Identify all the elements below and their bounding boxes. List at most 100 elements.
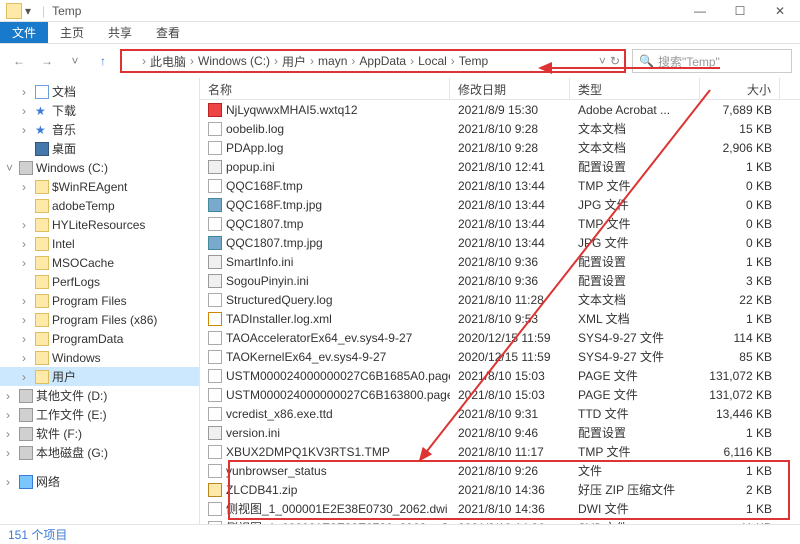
file-size: 13,446 KB [700, 407, 780, 421]
expander-icon[interactable]: › [22, 332, 32, 346]
close-button[interactable]: ✕ [760, 0, 800, 22]
table-row[interactable]: 侧视图_1_000001E2E38E0730_2062.dwi2021/8/10… [200, 499, 800, 518]
folder-tree[interactable]: ›文档›★下载›★音乐桌面˅Windows (C:)›$WinREAgentad… [0, 78, 200, 524]
file-list[interactable]: 名称 修改日期 类型 大小 NjLyqwwxMHAI5.wxtq122021/8… [200, 78, 800, 524]
tree-item[interactable]: ›Intel [0, 234, 199, 253]
maximize-button[interactable]: ☐ [720, 0, 760, 22]
col-type[interactable]: 类型 [570, 78, 700, 99]
tree-item[interactable]: 桌面 [0, 139, 199, 158]
column-headers[interactable]: 名称 修改日期 类型 大小 [200, 78, 800, 100]
table-row[interactable]: 侧视图_1_000001E2E38E0730_2062.sv$2021/8/10… [200, 518, 800, 524]
tree-item[interactable]: ›用户 [0, 367, 199, 386]
minimize-button[interactable]: — [680, 0, 720, 22]
expander-icon[interactable]: › [6, 475, 16, 489]
file-icon [208, 160, 222, 174]
expander-icon[interactable]: › [22, 85, 32, 99]
breadcrumb-seg[interactable]: Local [416, 54, 449, 68]
expander-icon[interactable]: › [22, 370, 32, 384]
tree-item[interactable]: adobeTemp [0, 196, 199, 215]
table-row[interactable]: QQC168F.tmp.jpg2021/8/10 13:44JPG 文件0 KB [200, 195, 800, 214]
table-row[interactable]: SmartInfo.ini2021/8/10 9:36配置设置1 KB [200, 252, 800, 271]
table-row[interactable]: oobelib.log2021/8/10 9:28文本文档15 KB [200, 119, 800, 138]
tree-item[interactable]: ›Program Files (x86) [0, 310, 199, 329]
tree-item[interactable]: ›MSOCache [0, 253, 199, 272]
tab-file[interactable]: 文件 [0, 22, 48, 43]
expander-icon[interactable]: › [22, 180, 32, 194]
tree-item[interactable]: ›网络 [0, 472, 199, 491]
table-row[interactable]: SogouPinyin.ini2021/8/10 9:36配置设置3 KB [200, 271, 800, 290]
recent-button[interactable]: ˅ [64, 50, 86, 72]
table-row[interactable]: XBUX2DMPQ1KV3RTS1.TMP2021/8/10 11:17TMP … [200, 442, 800, 461]
tab-share[interactable]: 共享 [96, 22, 144, 43]
table-row[interactable]: StructuredQuery.log2021/8/10 11:28文本文档22… [200, 290, 800, 309]
col-date[interactable]: 修改日期 [450, 78, 570, 99]
table-row[interactable]: popup.ini2021/8/10 12:41配置设置1 KB [200, 157, 800, 176]
tree-item[interactable]: ›其他文件 (D:) [0, 386, 199, 405]
table-row[interactable]: NjLyqwwxMHAI5.wxtq122021/8/9 15:30Adobe … [200, 100, 800, 119]
tree-item[interactable]: ˅Windows (C:) [0, 158, 199, 177]
file-date: 2021/8/10 9:46 [450, 426, 570, 440]
table-row[interactable]: USTM000024000000027C6B163800.page2021/8/… [200, 385, 800, 404]
search-input[interactable]: 🔍 搜索"Temp" [632, 49, 792, 73]
expander-icon[interactable]: › [22, 104, 32, 118]
table-row[interactable]: TADInstaller.log.xml2021/8/10 9:53XML 文档… [200, 309, 800, 328]
col-name[interactable]: 名称 [200, 78, 450, 99]
item-count: 151 个项目 [8, 526, 67, 543]
tree-label: 下载 [52, 102, 76, 119]
breadcrumb-seg[interactable]: AppData [357, 54, 408, 68]
table-row[interactable]: QQC1807.tmp2021/8/10 13:44TMP 文件0 KB [200, 214, 800, 233]
expander-icon[interactable]: › [22, 294, 32, 308]
expander-icon[interactable]: ˅ [6, 161, 16, 175]
table-row[interactable]: TAOKernelEx64_ev.sys4-9-272020/12/15 11:… [200, 347, 800, 366]
tree-item[interactable]: ›$WinREAgent [0, 177, 199, 196]
table-row[interactable]: QQC168F.tmp2021/8/10 13:44TMP 文件0 KB [200, 176, 800, 195]
expander-icon[interactable]: › [22, 218, 32, 232]
expander-icon[interactable]: › [22, 313, 32, 327]
up-button[interactable]: ↑ [92, 50, 114, 72]
tree-item[interactable]: ›ProgramData [0, 329, 199, 348]
expander-icon[interactable]: › [6, 427, 16, 441]
breadcrumb-seg[interactable]: mayn [316, 54, 349, 68]
tab-view[interactable]: 查看 [144, 22, 192, 43]
tree-label: Windows [52, 351, 101, 365]
tree-item[interactable]: ›★下载 [0, 101, 199, 120]
chevron-down-icon[interactable]: ˅ [599, 54, 606, 68]
expander-icon[interactable]: › [22, 256, 32, 270]
table-row[interactable]: ZLCDB41.zip2021/8/10 14:36好压 ZIP 压缩文件2 K… [200, 480, 800, 499]
tree-item[interactable]: ›工作文件 (E:) [0, 405, 199, 424]
tree-item[interactable]: ›Program Files [0, 291, 199, 310]
tree-item[interactable]: ›软件 (F:) [0, 424, 199, 443]
tab-home[interactable]: 主页 [48, 22, 96, 43]
expander-icon[interactable]: › [22, 123, 32, 137]
expander-icon[interactable]: › [22, 237, 32, 251]
breadcrumb-seg[interactable]: Windows (C:) [196, 54, 272, 68]
address-bar[interactable]: › 此电脑› Windows (C:)› 用户› mayn› AppData› … [120, 49, 626, 73]
tree-item[interactable]: ›本地磁盘 (G:) [0, 443, 199, 462]
table-row[interactable]: version.ini2021/8/10 9:46配置设置1 KB [200, 423, 800, 442]
expander-icon[interactable]: › [6, 446, 16, 460]
expander-icon[interactable]: › [22, 351, 32, 365]
table-row[interactable]: PDApp.log2021/8/10 9:28文本文档2,906 KB [200, 138, 800, 157]
refresh-icon[interactable]: ↻ [610, 54, 620, 68]
tree-item[interactable]: ›★音乐 [0, 120, 199, 139]
table-row[interactable]: vcredist_x86.exe.ttd2021/8/10 9:31TTD 文件… [200, 404, 800, 423]
file-size: 0 KB [700, 198, 780, 212]
back-button[interactable]: ← [8, 50, 30, 72]
tree-item[interactable]: ›文档 [0, 82, 199, 101]
col-size[interactable]: 大小 [700, 78, 780, 99]
table-row[interactable]: USTM000024000000027C6B1685A0.page2021/8/… [200, 366, 800, 385]
table-row[interactable]: QQC1807.tmp.jpg2021/8/10 13:44JPG 文件0 KB [200, 233, 800, 252]
tree-item[interactable]: ›HYLiteResources [0, 215, 199, 234]
tree-label: 桌面 [52, 140, 76, 157]
dropdown-icon[interactable]: ▾ [25, 4, 35, 18]
tree-item[interactable]: PerfLogs [0, 272, 199, 291]
tree-item[interactable]: › Windows [0, 348, 199, 367]
breadcrumb-seg[interactable]: 此电脑 [148, 53, 188, 70]
table-row[interactable]: yunbrowser_status2021/8/10 9:26文件1 KB [200, 461, 800, 480]
table-row[interactable]: TAOAcceleratorEx64_ev.sys4-9-272020/12/1… [200, 328, 800, 347]
breadcrumb-seg[interactable]: 用户 [280, 53, 308, 70]
expander-icon[interactable]: › [6, 408, 16, 422]
expander-icon[interactable]: › [6, 389, 16, 403]
breadcrumb-seg[interactable]: Temp [457, 54, 490, 68]
forward-button[interactable]: → [36, 50, 58, 72]
